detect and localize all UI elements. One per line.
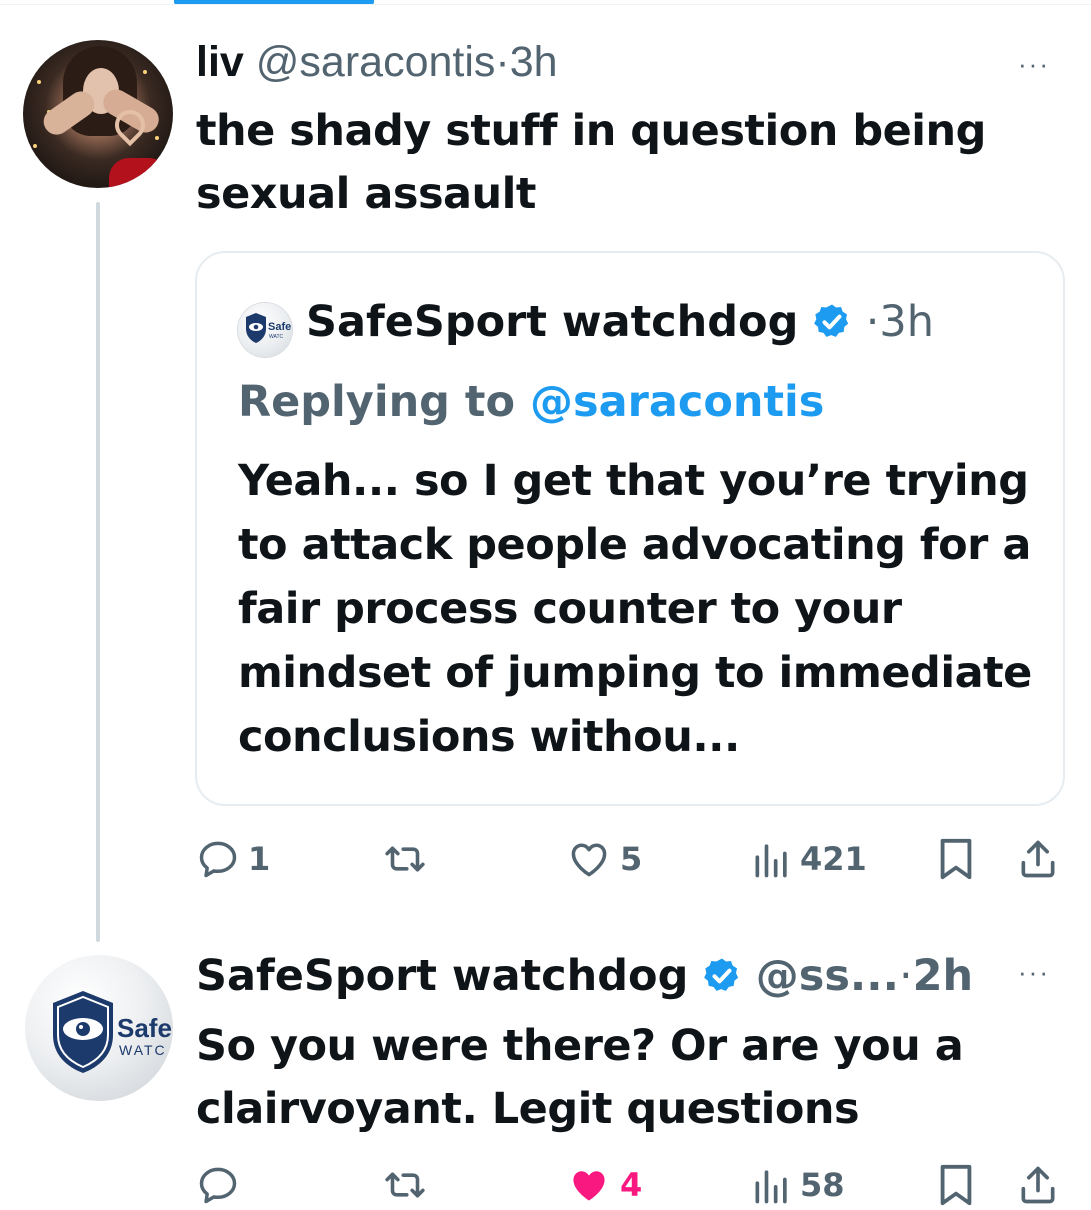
tweet-text: the shady stuff in question being sexual… [196,106,986,219]
share-button[interactable] [1016,834,1060,884]
heart-filled-icon [573,1171,605,1201]
quoted-avatar: Safe WATC [238,303,292,357]
shield-eye-logo-icon: Safe WATC [53,991,172,1073]
retweet-button[interactable] [380,1160,438,1210]
quoted-timestamp: 3h [879,297,935,347]
tweet-header: liv @saracontis·3h [196,36,558,88]
top-divider [0,4,1091,5]
verified-badge-icon [704,958,739,991]
share-icon [1021,840,1055,878]
reply-button[interactable]: 1 [196,834,270,884]
quoted-tweet-text: Yeah... so I get that you’re trying to a… [238,456,1032,762]
heart-icon [571,843,607,877]
replying-handle-link[interactable]: @saracontis [530,377,824,427]
reply-icon [199,1167,237,1204]
like-count: 5 [620,840,643,878]
svg-text:Safe: Safe [117,1013,172,1043]
handle[interactable]: @ss... [756,951,899,1001]
svg-text:Safe: Safe [268,321,291,333]
shield-eye-logo-icon: Safe WATC [246,313,291,343]
more-options-icon[interactable]: ··· [1018,51,1050,77]
tweet-header: SafeSport watchdog @ss...·2h [196,950,973,1002]
views-chart-icon [755,1170,787,1204]
separator: · [865,297,880,347]
thread-line [96,202,100,942]
separator: · [898,951,913,1001]
display-name[interactable]: liv [196,38,244,86]
retweet-button[interactable] [380,834,438,884]
views-chart-icon [755,844,787,878]
svg-text:WATC: WATC [119,1042,167,1058]
like-button[interactable]: 4 [566,1160,642,1210]
avatar[interactable]: Safe WATC [25,955,173,1101]
bookmark-button[interactable] [936,1160,976,1210]
quoted-display-name: SafeSport watchdog [306,297,799,347]
avatar[interactable] [23,40,173,188]
replying-label: Replying to [238,377,516,427]
timestamp[interactable]: 3h [510,38,558,86]
svg-text:WATC: WATC [269,334,284,340]
tweet-actions: 1 5 421 [0,834,1091,884]
reply-icon [199,841,237,878]
more-options-icon[interactable]: ··· [1018,959,1050,985]
display-name[interactable]: SafeSport watchdog [196,951,688,1001]
views-button[interactable]: 421 [752,834,867,884]
share-icon [1021,1166,1055,1204]
verified-badge-icon [814,304,849,337]
bookmark-button[interactable] [936,834,976,884]
separator: · [495,38,510,86]
reply-button[interactable] [196,1160,248,1210]
view-count: 421 [800,840,867,878]
like-count: 4 [620,1166,643,1204]
bookmark-icon [940,838,972,880]
retweet-icon [385,846,425,872]
reply-count: 1 [248,840,271,878]
handle[interactable]: @saracontis [256,38,496,86]
view-count: 58 [800,1166,845,1204]
views-button[interactable]: 58 [752,1160,845,1210]
tweet-text: So you were there? Or are you a clairvoy… [196,1021,964,1134]
quoted-tweet-header: SafeSport watchdog ·3h [306,296,934,348]
timestamp[interactable]: 2h [913,951,974,1001]
retweet-icon [385,1172,425,1198]
like-button[interactable]: 5 [566,834,642,884]
share-button[interactable] [1016,1160,1060,1210]
replying-to-line: Replying to @saracontis [238,376,824,428]
bookmark-icon [940,1164,972,1206]
tweet-actions: 4 58 [0,1160,1091,1210]
